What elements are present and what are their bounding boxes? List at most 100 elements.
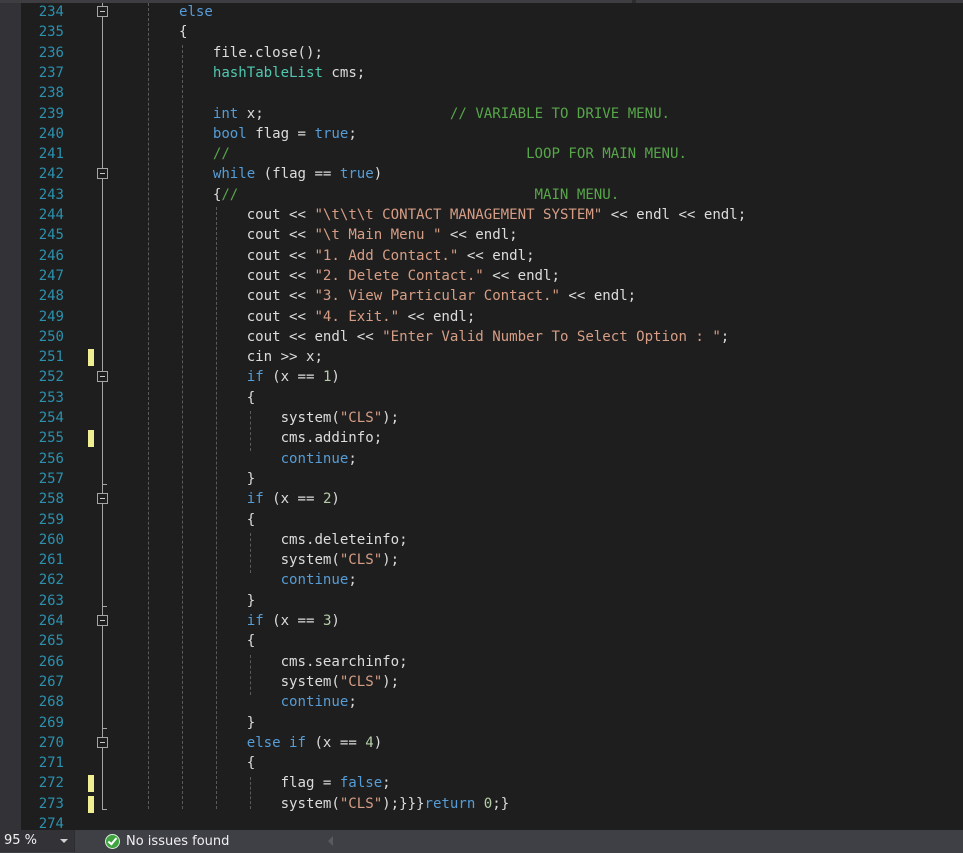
line-number: 261	[38, 552, 64, 569]
code-line[interactable]: 243 {// MAIN MENU.	[21, 185, 963, 205]
chevron-down-icon	[60, 839, 68, 843]
code-text: if (x == 2)	[179, 489, 340, 509]
collapse-icon[interactable]	[97, 371, 108, 383]
code-line[interactable]: 235 {	[21, 22, 963, 42]
code-line[interactable]: 257 }	[21, 469, 963, 489]
code-line[interactable]: 260 cms.deleteinfo;	[21, 530, 963, 550]
code-line[interactable]: 269 }	[21, 713, 963, 733]
code-line[interactable]: 254 system("CLS");	[21, 408, 963, 428]
line-number: 254	[38, 410, 64, 426]
issues-indicator[interactable]: No issues found	[105, 832, 229, 851]
line-number: 244	[38, 207, 64, 223]
code-line[interactable]: 262 continue;	[21, 570, 963, 590]
code-token: // MAIN MENU.	[221, 186, 620, 203]
code-line[interactable]: 270 else if (x == 4)	[21, 733, 963, 753]
line-number: 240	[38, 125, 64, 142]
code-token: bool	[212, 125, 247, 142]
code-token: (flag ==	[255, 166, 340, 183]
code-line[interactable]: 267 system("CLS");	[21, 672, 963, 692]
code-line[interactable]: 237 hashTableList cms;	[21, 63, 963, 83]
indent-guide	[250, 777, 251, 809]
code-line[interactable]: 253 {	[21, 388, 963, 408]
code-token: (x ==	[263, 491, 323, 508]
change-marker	[88, 775, 94, 793]
code-line[interactable]: 244 cout << "\t\t\t CONTACT MANAGEMENT S…	[21, 205, 963, 225]
code-token: true	[314, 125, 349, 142]
collapse-icon[interactable]	[97, 6, 108, 17]
code-text: continue;	[179, 449, 357, 469]
code-token: x;	[238, 105, 450, 122]
collapse-icon[interactable]	[97, 493, 108, 505]
code-token: "CLS"	[339, 795, 383, 812]
code-line[interactable]: 240 bool flag = true;	[21, 124, 963, 144]
code-line[interactable]: 242 while (flag == true)	[21, 164, 963, 184]
collapse-icon[interactable]	[97, 168, 108, 180]
line-number: 239	[38, 105, 64, 122]
code-line[interactable]: 238	[21, 83, 963, 103]
code-text: {	[179, 22, 187, 42]
code-line[interactable]: 236 file.close();	[21, 43, 963, 63]
code-token: "CLS"	[339, 673, 383, 690]
line-number: 267	[38, 673, 64, 690]
code-line[interactable]: 266 cms.searchinfo;	[21, 652, 963, 672]
code-line[interactable]: 250 cout << endl << "Enter Valid Number …	[21, 327, 963, 347]
code-line[interactable]: 246 cout << "1. Add Contact." << endl;	[21, 246, 963, 266]
code-line[interactable]: 271 {	[21, 753, 963, 773]
code-token: {	[179, 633, 256, 650]
code-line[interactable]: 251 cin >> x;	[21, 347, 963, 367]
editor-left-margin	[0, 3, 21, 830]
code-line[interactable]: 264 if (x == 3)	[21, 611, 963, 631]
code-token: cms.searchinfo;	[179, 653, 408, 670]
issues-status-text: No issues found	[126, 834, 230, 849]
code-line[interactable]: 259 {	[21, 510, 963, 530]
code-token: "3. View Particular Contact."	[314, 288, 560, 305]
code-token: if	[246, 369, 264, 386]
code-token: )	[373, 166, 383, 183]
line-number: 249	[38, 308, 64, 325]
code-text: continue;	[179, 570, 357, 590]
code-line[interactable]: 252 if (x == 1)	[21, 367, 963, 387]
code-line[interactable]: 261 system("CLS");	[21, 550, 963, 570]
code-token: "2. Delete Contact."	[314, 267, 484, 284]
code-line[interactable]: 245 cout << "\t Main Menu " << endl;	[21, 225, 963, 245]
code-line[interactable]: 234 else	[21, 3, 963, 22]
code-line[interactable]: 249 cout << "4. Exit." << endl;	[21, 307, 963, 327]
code-line[interactable]: 255 cms.addinfo;	[21, 428, 963, 448]
code-token: cin >> x;	[179, 349, 323, 366]
collapse-icon[interactable]	[97, 736, 108, 748]
code-token: "CLS"	[339, 552, 383, 569]
scroll-left-arrow-icon[interactable]	[328, 836, 333, 846]
code-token: )	[331, 369, 340, 386]
code-token: << endl;	[483, 267, 560, 284]
code-line[interactable]: 239 int x; // VARIABLE TO DRIVE MENU.	[21, 104, 963, 124]
code-line[interactable]: 273 system("CLS");}}}return 0;}	[21, 794, 963, 814]
code-text: cms.deleteinfo;	[179, 530, 408, 550]
code-line[interactable]: 272 flag = false;	[21, 773, 963, 793]
collapse-icon[interactable]	[97, 615, 108, 626]
code-line[interactable]: 274	[21, 814, 963, 830]
code-line[interactable]: 265 {	[21, 631, 963, 651]
code-line[interactable]: 247 cout << "2. Delete Contact." << endl…	[21, 266, 963, 286]
code-token: );	[382, 673, 400, 690]
code-line[interactable]: 248 cout << "3. View Particular Contact.…	[21, 286, 963, 306]
code-line[interactable]: 268 continue;	[21, 692, 963, 712]
code-line[interactable]: 241 // LOOP FOR MAIN MENU.	[21, 144, 963, 164]
code-text: int x; // VARIABLE TO DRIVE MENU.	[179, 104, 670, 124]
line-number: 241	[38, 146, 64, 163]
line-number: 234	[38, 4, 64, 20]
code-token: }	[179, 714, 256, 731]
line-number: 251	[38, 349, 64, 366]
code-token: // VARIABLE TO DRIVE MENU.	[449, 105, 671, 122]
outline-line-end	[102, 809, 107, 810]
code-token: continue	[280, 572, 349, 589]
code-line[interactable]: 256 continue;	[21, 449, 963, 469]
check-circle-icon	[105, 834, 120, 849]
zoom-level-dropdown[interactable]: 95 %	[0, 830, 75, 852]
code-line[interactable]: 258 if (x == 2)	[21, 489, 963, 509]
code-line[interactable]: 263 }	[21, 591, 963, 611]
code-editor[interactable]: 234 else 235{236 file.close(); 237 hashTabl…	[21, 3, 963, 830]
